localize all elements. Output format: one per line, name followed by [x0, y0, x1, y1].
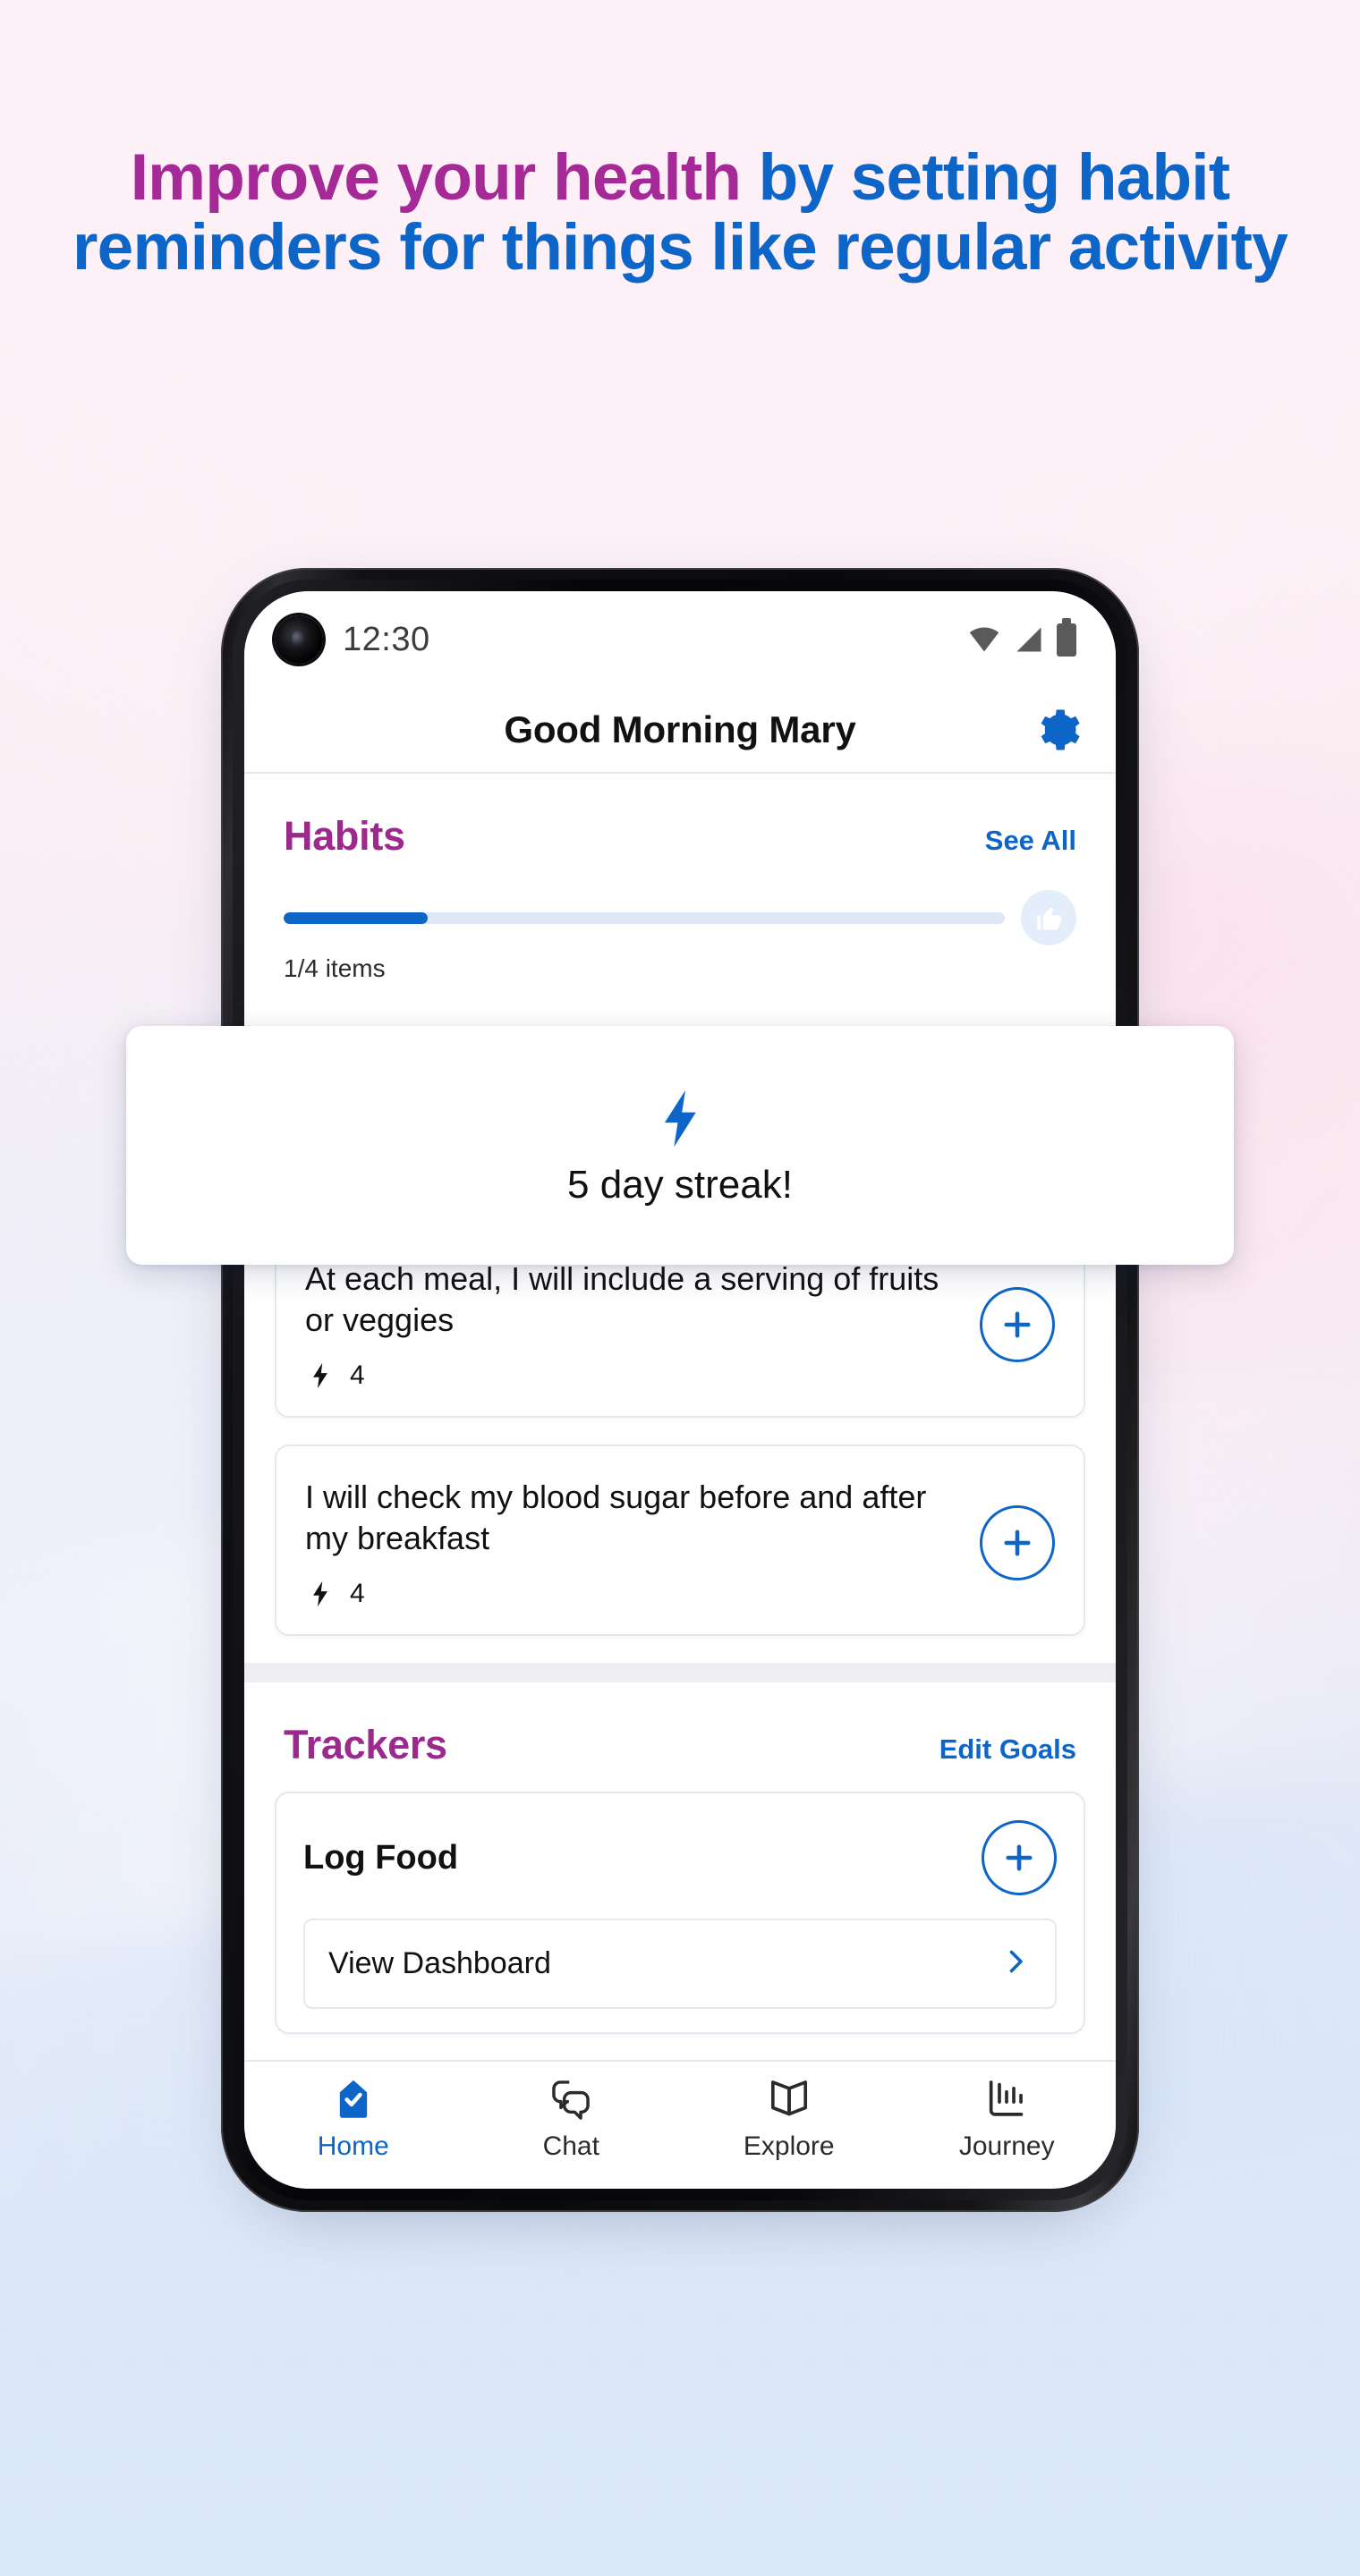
app-header: Good Morning Mary	[244, 688, 1116, 774]
edit-goals-link[interactable]: Edit Goals	[939, 1733, 1076, 1766]
status-bar: 12:30	[244, 591, 1116, 688]
streak-banner-card[interactable]: 5 day streak!	[126, 1026, 1234, 1265]
front-camera-icon	[275, 615, 323, 664]
tracker-card-log-food: Log Food View Dashboard	[275, 1792, 1085, 2035]
status-icons	[967, 617, 1076, 657]
chat-bubbles-icon	[552, 2080, 591, 2120]
add-food-log-button[interactable]	[982, 1820, 1057, 1896]
plus-icon	[1006, 1844, 1033, 1871]
streak-text: 5 day streak!	[567, 1162, 793, 1207]
habits-see-all-link[interactable]: See All	[985, 825, 1076, 857]
nav-label-explore: Explore	[743, 2131, 835, 2161]
habit-streak-count: 4	[350, 1360, 365, 1391]
habit-text: I will check my blood sugar before and a…	[305, 1479, 927, 1557]
lightning-bolt-icon	[664, 1089, 696, 1147]
habit-card[interactable]: I will check my blood sugar before and a…	[275, 1445, 1085, 1637]
habits-progress-fill	[284, 911, 429, 924]
status-time: 12:30	[343, 620, 430, 658]
tracker-card-header: Log Food	[303, 1820, 1057, 1896]
chevron-right-icon	[999, 1945, 1032, 1982]
add-habit-log-button[interactable]	[980, 1505, 1055, 1581]
view-dashboard-label: View Dashboard	[328, 1946, 551, 1981]
plus-icon	[1004, 1311, 1031, 1338]
nav-item-journey[interactable]: Journey	[917, 2076, 1096, 2162]
trackers-title: Trackers	[284, 1722, 447, 1768]
bottom-navigation: Home Chat Explore Journey	[244, 2060, 1116, 2189]
nav-item-home[interactable]: Home	[264, 2076, 443, 2162]
promo-headline-highlight: Improve your health	[130, 141, 742, 214]
open-book-icon	[770, 2080, 807, 2116]
thumbs-up-icon[interactable]	[1021, 890, 1076, 945]
nav-label-home: Home	[317, 2131, 389, 2161]
wifi-icon	[969, 627, 999, 652]
view-dashboard-row[interactable]: View Dashboard	[303, 1919, 1057, 2010]
plus-icon	[1004, 1530, 1031, 1556]
lightning-bolt-icon	[313, 1362, 327, 1389]
habits-section-header: Habits See All	[244, 774, 1116, 860]
home-check-icon	[339, 2080, 367, 2118]
nav-item-chat[interactable]: Chat	[481, 2076, 660, 2162]
phone-mockup: 12:30 Good Morning Mary Habits See All 1…	[221, 568, 1139, 2217]
habits-progress-label: 1/4 items	[284, 954, 386, 982]
habit-text: At each meal, I will include a serving o…	[305, 1260, 939, 1339]
section-divider	[244, 1663, 1116, 1683]
habit-streak: 4	[305, 1360, 962, 1391]
habit-streak: 4	[305, 1579, 962, 1609]
battery-icon	[1057, 617, 1076, 657]
add-habit-log-button[interactable]	[980, 1287, 1055, 1363]
trackers-section-header: Trackers Edit Goals	[244, 1682, 1116, 1768]
habits-progress-row	[244, 860, 1116, 945]
habits-progress-bar	[284, 911, 1005, 924]
promo-headline: Improve your health by setting habit rem…	[0, 141, 1360, 283]
lightning-bolt-icon	[313, 1581, 327, 1607]
nav-item-explore[interactable]: Explore	[700, 2076, 879, 2162]
nav-label-journey: Journey	[958, 2131, 1055, 2161]
phone-screen: 12:30 Good Morning Mary Habits See All 1…	[244, 591, 1116, 2189]
page-title: Good Morning Mary	[504, 708, 856, 750]
bar-chart-icon	[990, 2080, 1024, 2116]
habits-title: Habits	[284, 813, 405, 859]
tracker-card-title: Log Food	[303, 1838, 459, 1877]
habit-card-main: At each meal, I will include a serving o…	[305, 1258, 962, 1391]
nav-label-chat: Chat	[542, 2131, 599, 2161]
habit-streak-count: 4	[350, 1579, 365, 1609]
app-content: Habits See All 1/4 items At each meal, I…	[244, 774, 1116, 2060]
cellular-signal-icon	[1016, 627, 1041, 652]
habit-card-main: I will check my blood sugar before and a…	[305, 1477, 962, 1609]
gear-icon[interactable]	[1033, 706, 1082, 754]
